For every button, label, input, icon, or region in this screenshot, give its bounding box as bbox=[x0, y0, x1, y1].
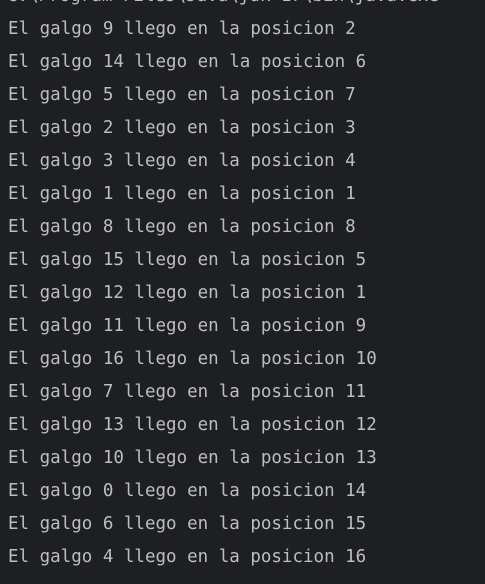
console-line: El galgo 6 llego en la posicion 15 bbox=[8, 514, 367, 534]
console-line: El galgo 14 llego en la posicion 6 bbox=[8, 52, 367, 72]
console-line: El galgo 2 llego en la posicion 3 bbox=[8, 118, 356, 138]
console-line: El galgo 3 llego en la posicion 4 bbox=[8, 151, 356, 171]
console-line: El galgo 0 llego en la posicion 14 bbox=[8, 481, 367, 501]
console-command-line: C:\Program Files\Java\jdk-17\bin\java.ex… bbox=[7, 0, 439, 13]
console-line: El galgo 16 llego en la posicion 10 bbox=[8, 349, 377, 369]
console-line: El galgo 12 llego en la posicion 1 bbox=[8, 283, 367, 303]
console-lines: El galgo 9 llego en la posicion 2 El gal… bbox=[8, 13, 377, 574]
console-output[interactable]: C:\Program Files\Java\jdk-17\bin\java.ex… bbox=[0, 0, 485, 584]
console-line: El galgo 5 llego en la posicion 7 bbox=[8, 85, 356, 105]
console-line: El galgo 7 llego en la posicion 11 bbox=[8, 382, 367, 402]
console-line: El galgo 11 llego en la posicion 9 bbox=[8, 316, 367, 336]
console-line: El galgo 10 llego en la posicion 13 bbox=[8, 448, 377, 468]
console-line: El galgo 1 llego en la posicion 1 bbox=[8, 184, 356, 204]
console-line: El galgo 13 llego en la posicion 12 bbox=[8, 415, 377, 435]
console-line: El galgo 8 llego en la posicion 8 bbox=[8, 217, 356, 237]
console-line: El galgo 4 llego en la posicion 16 bbox=[8, 547, 367, 567]
console-line: El galgo 9 llego en la posicion 2 bbox=[8, 19, 356, 39]
console-line: El galgo 15 llego en la posicion 5 bbox=[8, 250, 367, 270]
